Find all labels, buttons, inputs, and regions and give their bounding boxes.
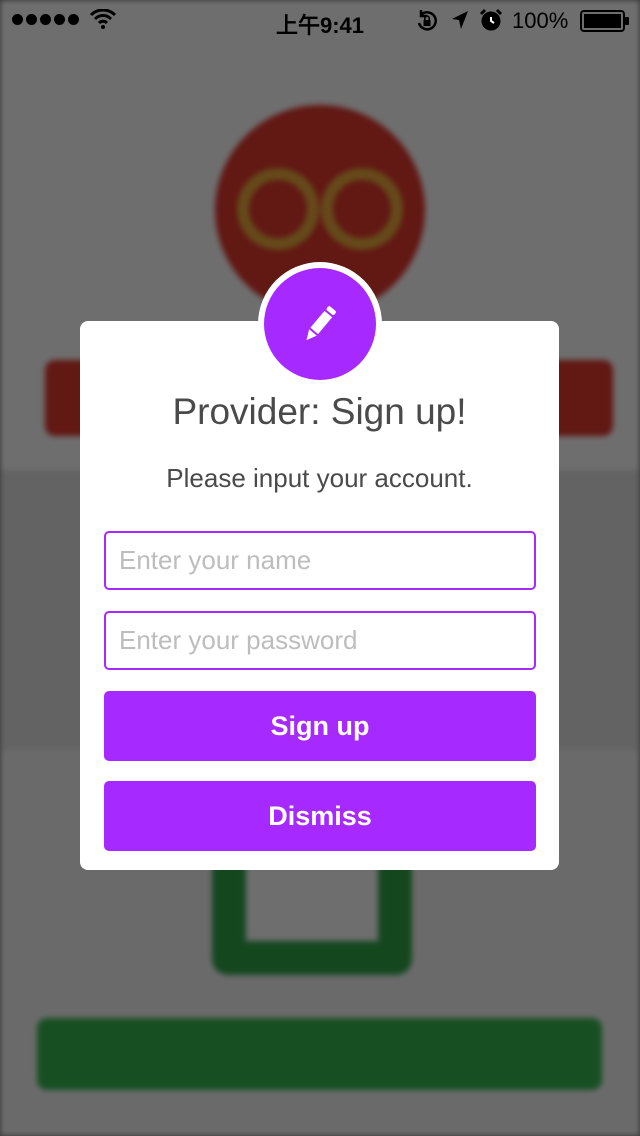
modal-icon-badge — [258, 262, 382, 386]
dismiss-button[interactable]: Dismiss — [104, 781, 536, 851]
signup-dialog: Provider: Sign up! Please input your acc… — [80, 321, 559, 870]
rotation-lock-icon — [417, 10, 437, 31]
battery-icon — [580, 10, 629, 32]
status-bar: 上午9:41 100% — [0, 0, 640, 40]
battery-percentage: 100% — [512, 8, 569, 33]
location-arrow-icon — [452, 11, 468, 29]
wifi-icon — [90, 9, 116, 29]
password-input[interactable] — [104, 611, 536, 670]
sign-up-button[interactable]: Sign up — [104, 691, 536, 761]
status-time: 上午9:41 — [276, 13, 365, 38]
name-input[interactable] — [104, 531, 536, 590]
dialog-subtitle: Please input your account. — [166, 463, 473, 493]
pencil-icon — [306, 306, 336, 341]
signal-strength-icon — [12, 14, 79, 25]
alarm-clock-icon — [479, 8, 503, 31]
badge-circle — [264, 268, 376, 380]
dialog-title: Provider: Sign up! — [172, 391, 467, 432]
